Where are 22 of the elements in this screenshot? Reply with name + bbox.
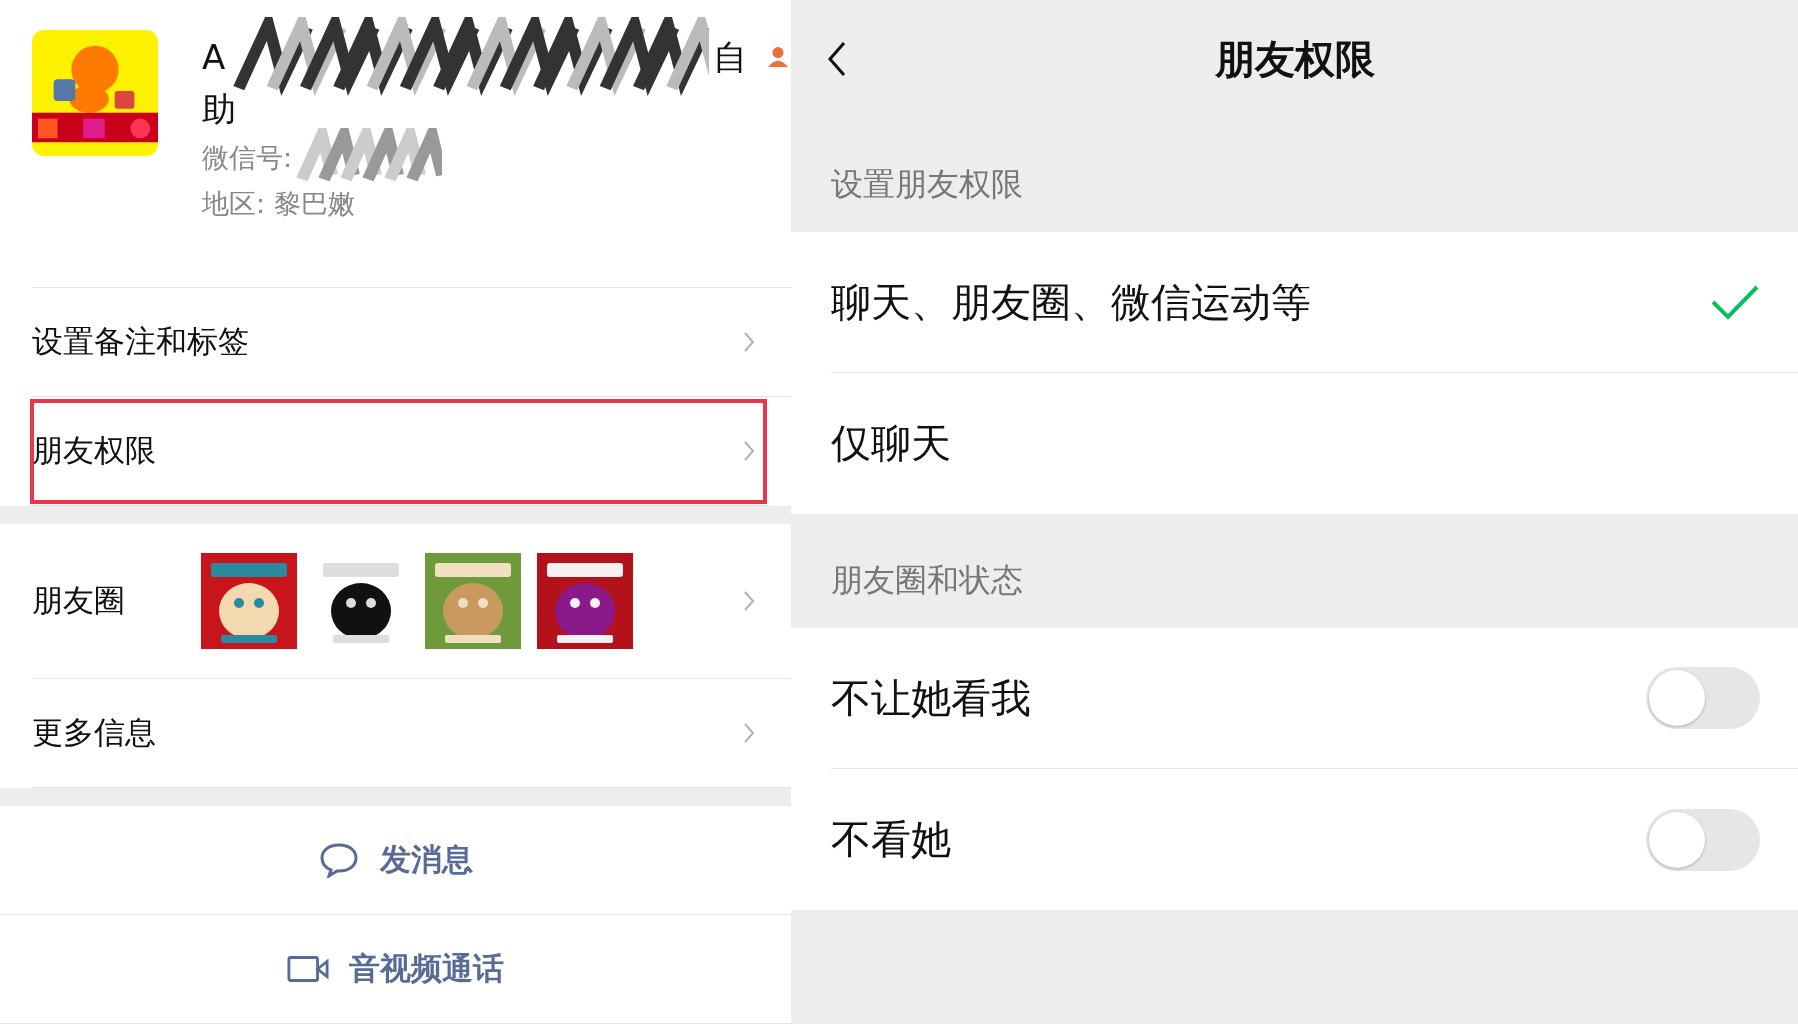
person-icon (767, 46, 790, 68)
chevron-icon (743, 722, 755, 744)
moments-label: 朋友圈 (32, 580, 126, 620)
section-header: 设置朋友权限 (830, 164, 1024, 205)
moments-row[interactable]: 朋友圈 (32, 523, 791, 680)
contact-name: A (202, 36, 226, 79)
option-item[interactable]: 仅聊天 (831, 373, 1798, 514)
option-item[interactable]: 聊天、朋友圈、微信运动等 (831, 232, 1798, 373)
menu-item[interactable]: 朋友权限 (28, 396, 769, 506)
region-text: 地区: 黎巴嫩 (202, 187, 356, 221)
contact-name: 自 (713, 36, 748, 79)
chevron-icon (743, 439, 755, 462)
chevron-icon (743, 589, 755, 612)
toggle-label: 不看她 (831, 815, 951, 864)
section-header: 朋友圈和状态 (830, 560, 1024, 601)
contact-name: 助 (202, 88, 237, 131)
back-icon[interactable] (827, 41, 847, 77)
wechat-id-label: 微信号: (202, 141, 293, 175)
chat-bubble-icon (318, 842, 360, 878)
toggle-label: 不让她看我 (831, 673, 1031, 723)
chevron-icon (743, 330, 755, 353)
page-title: 朋友权限 (1214, 34, 1375, 84)
